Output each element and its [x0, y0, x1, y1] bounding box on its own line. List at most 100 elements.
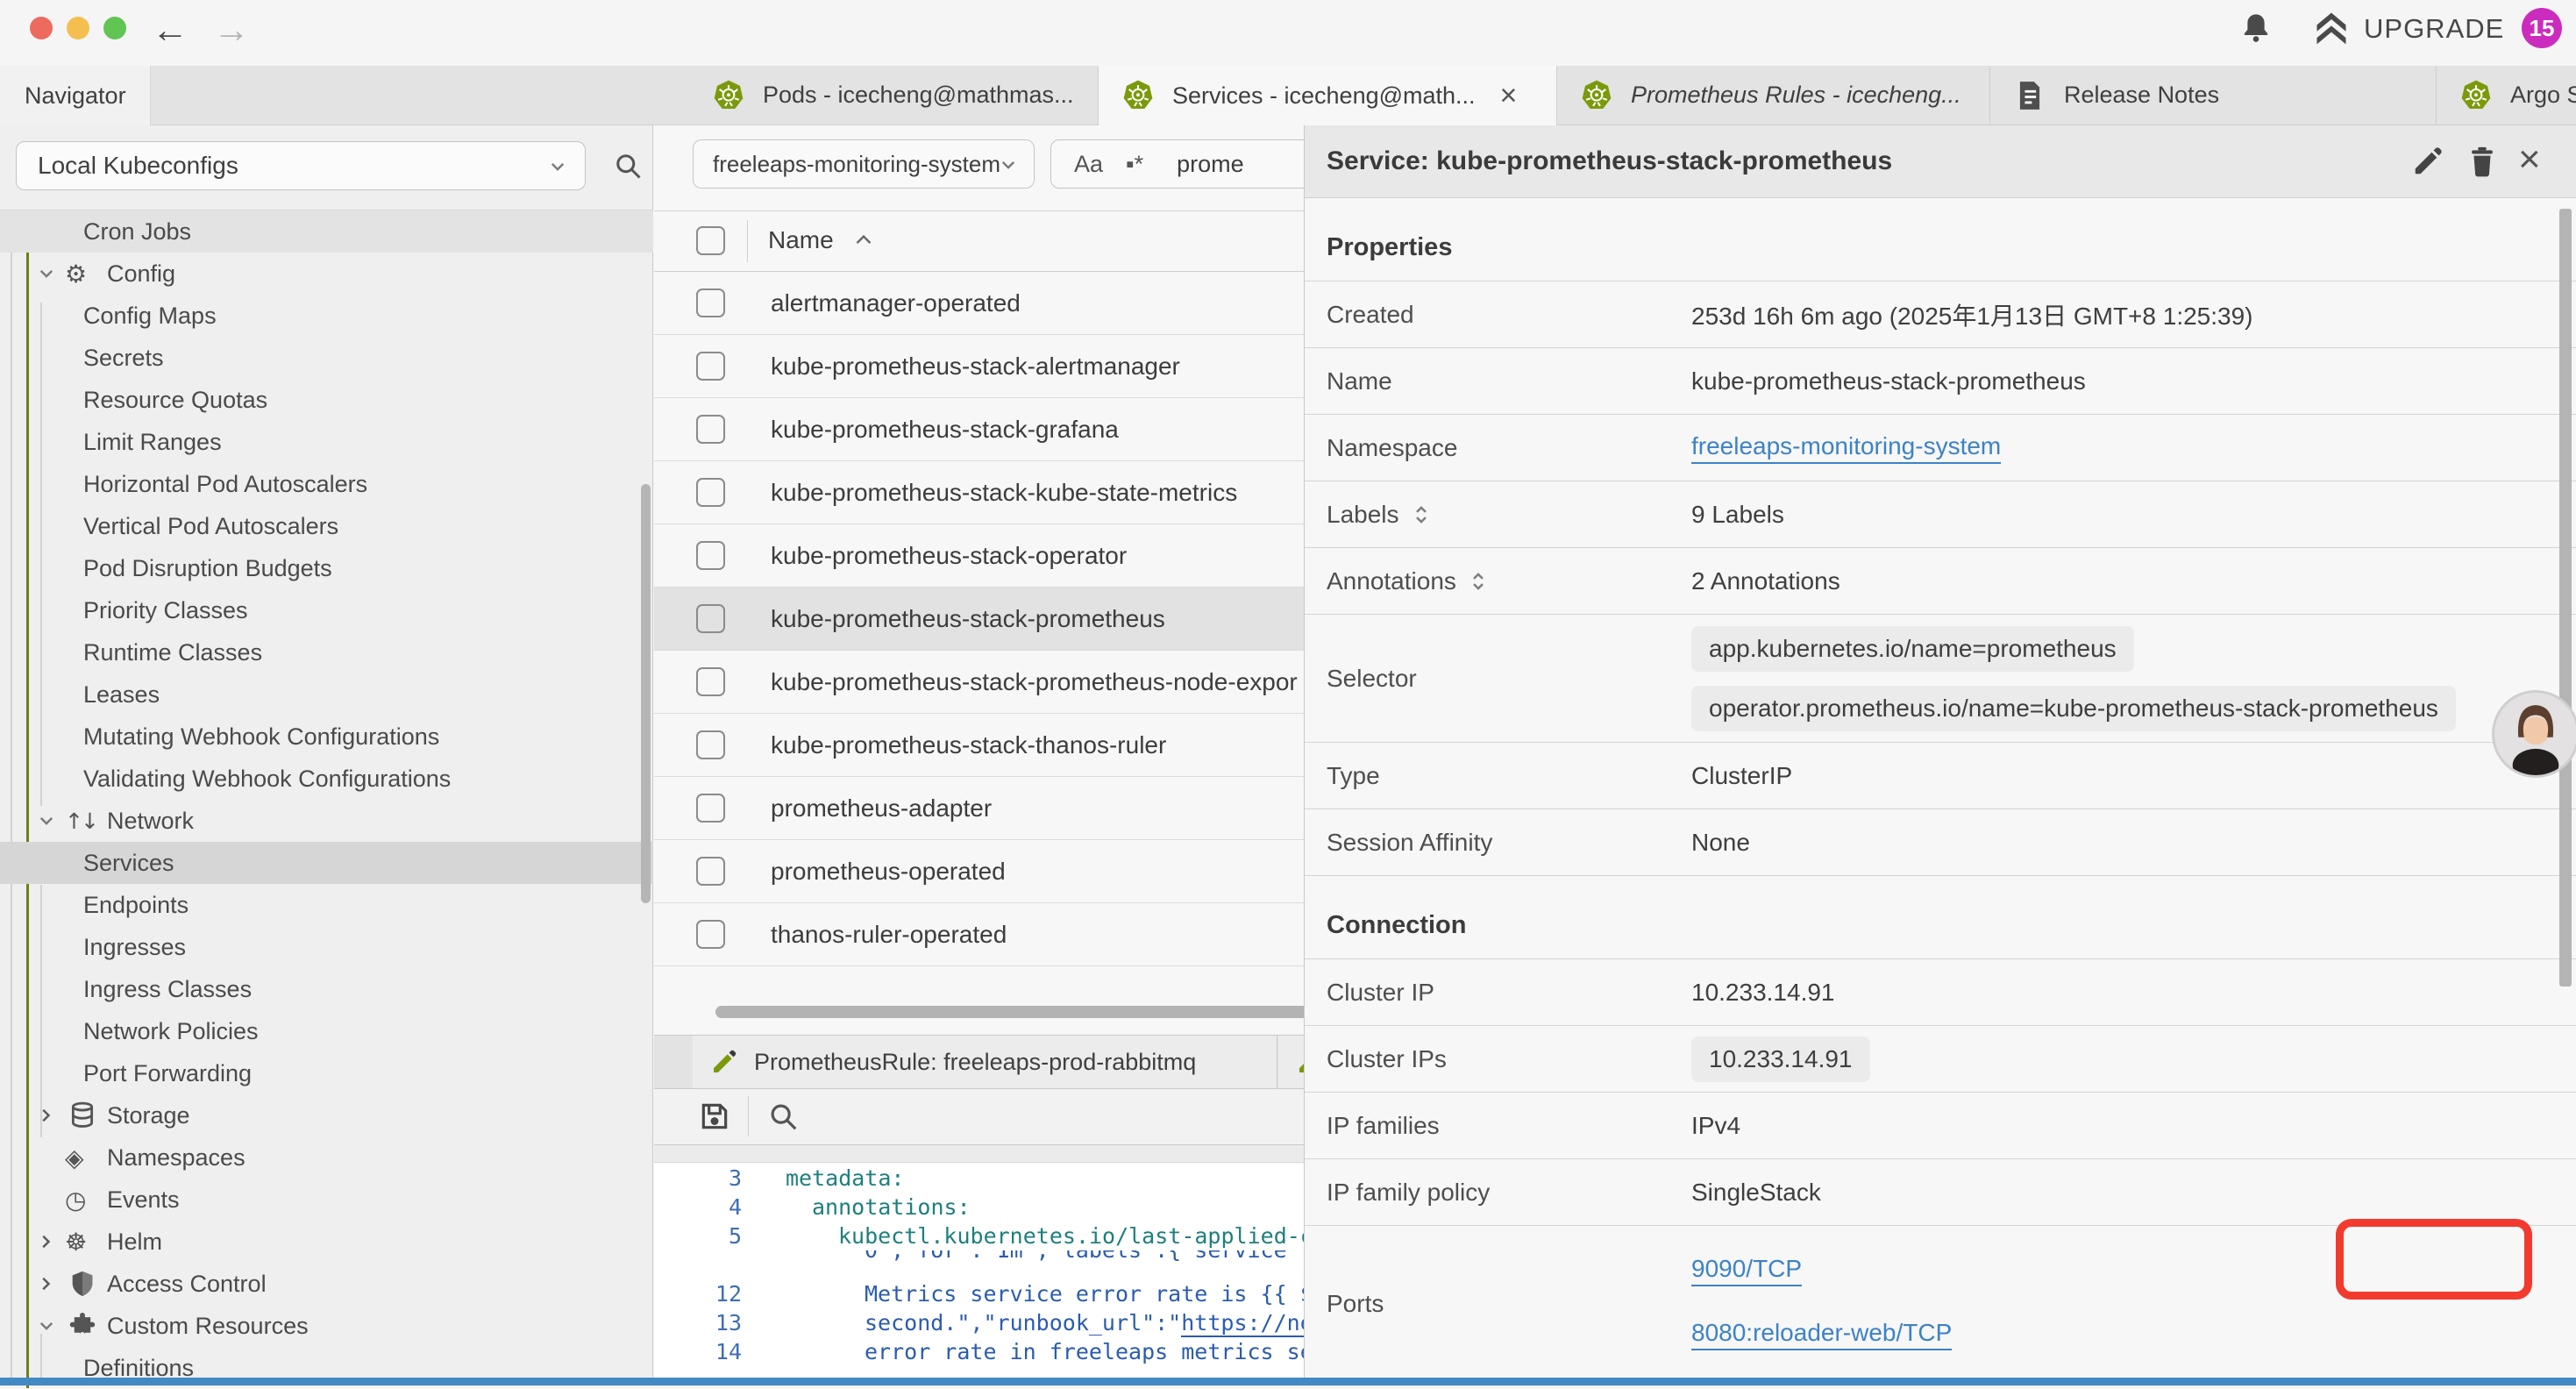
- match-case-toggle[interactable]: Aa: [1074, 151, 1103, 178]
- chevron-down-icon[interactable]: [33, 1313, 60, 1339]
- sidebar-item-network[interactable]: ↑↓Network: [0, 800, 653, 842]
- detail-row-labels: Labels9 Labels: [1305, 481, 2576, 547]
- line-number: 14: [654, 1337, 742, 1366]
- sidebar-item-namespaces[interactable]: ◈Namespaces: [0, 1136, 653, 1179]
- sidebar-item-leases[interactable]: Leases: [0, 673, 653, 716]
- row-checkbox[interactable]: [696, 541, 725, 570]
- sidebar-item-events[interactable]: ◷Events: [0, 1179, 653, 1221]
- row-label: Cluster IPs: [1327, 1045, 1447, 1073]
- detail-row-created: Created253d 16h 6m ago (2025年1月13日 GMT+8…: [1305, 281, 2576, 347]
- sidebar-item-cron-jobs[interactable]: Cron Jobs: [0, 210, 653, 253]
- sidebar-item-validating-webhook-configurations[interactable]: Validating Webhook Configurations: [0, 758, 653, 800]
- editor-tab-prometheusrule[interactable]: PrometheusRule: freeleaps-prod-rabbitmq: [693, 1036, 1277, 1088]
- chevron-right-icon[interactable]: [33, 1229, 60, 1255]
- chevron-spacer: [33, 1186, 60, 1213]
- chevron-spacer: [33, 1144, 60, 1171]
- sidebar-item-mutating-webhook-configurations[interactable]: Mutating Webhook Configurations: [0, 716, 653, 758]
- notification-count-badge[interactable]: 15: [2522, 8, 2562, 48]
- sidebar-item-config[interactable]: ⚙Config: [0, 253, 653, 295]
- sidebar-item-priority-classes[interactable]: Priority Classes: [0, 589, 653, 631]
- sidebar-item-limit-ranges[interactable]: Limit Ranges: [0, 421, 653, 463]
- select-all-checkbox[interactable]: [696, 226, 725, 255]
- row-checkbox[interactable]: [696, 857, 725, 886]
- port-link-8080-reloader-web-tcp[interactable]: 8080:reloader-web/TCP: [1691, 1319, 1952, 1350]
- close-tab-icon[interactable]: ×: [1500, 81, 1518, 110]
- traffic-light-zoom-icon[interactable]: [103, 17, 126, 39]
- detail-row-annotations: Annotations2 Annotations: [1305, 547, 2576, 614]
- chevron-right-icon[interactable]: [33, 1102, 60, 1129]
- sidebar-item-config-maps[interactable]: Config Maps: [0, 295, 653, 337]
- traffic-light-close-icon[interactable]: [30, 17, 53, 39]
- namespace-link[interactable]: freeleaps-monitoring-system: [1691, 432, 2001, 464]
- row-checkbox[interactable]: [696, 920, 725, 949]
- row-checkbox[interactable]: [696, 667, 725, 696]
- sidebar-item-port-forwarding[interactable]: Port Forwarding: [0, 1052, 653, 1094]
- sidebar-item-runtime-classes[interactable]: Runtime Classes: [0, 631, 653, 673]
- selector-chip: operator.prometheus.io/name=kube-prometh…: [1691, 686, 2456, 731]
- sidebar-item-endpoints[interactable]: Endpoints: [0, 884, 653, 926]
- save-icon[interactable]: [698, 1100, 731, 1133]
- sidebar-item-helm[interactable]: ☸Helm: [0, 1221, 653, 1263]
- tab-navigator[interactable]: Navigator: [0, 66, 151, 125]
- row-checkbox[interactable]: [696, 352, 725, 381]
- sidebar-item-ingress-classes[interactable]: Ingress Classes: [0, 968, 653, 1010]
- forward-arrow-icon[interactable]: →: [209, 7, 254, 53]
- row-label: Session Affinity: [1327, 829, 1492, 857]
- sidebar-item-services[interactable]: Services: [0, 842, 653, 884]
- tab-pods[interactable]: Pods - icecheng@mathmas...: [689, 66, 1099, 125]
- edit-icon[interactable]: [2411, 145, 2444, 178]
- sidebar-item-custom-resources[interactable]: Custom Resources: [0, 1305, 653, 1347]
- chevron-down-icon[interactable]: [33, 808, 60, 834]
- expander-icon[interactable]: [1408, 502, 1434, 528]
- sidebar-item-access-control[interactable]: Access Control: [0, 1263, 653, 1305]
- sidebar-item-resource-quotas[interactable]: Resource Quotas: [0, 379, 653, 421]
- traffic-light-minimize-icon[interactable]: [67, 17, 89, 39]
- column-header-name[interactable]: Name: [768, 226, 834, 254]
- tab-services[interactable]: Services - icecheng@math... ×: [1099, 66, 1557, 125]
- sidebar-item-secrets[interactable]: Secrets: [0, 337, 653, 379]
- tab-argo[interactable]: Argo Se: [2437, 66, 2576, 125]
- sidebar-item-vertical-pod-autoscalers[interactable]: Vertical Pod Autoscalers: [0, 505, 653, 547]
- row-checkbox[interactable]: [696, 288, 725, 317]
- back-arrow-icon[interactable]: ←: [147, 7, 193, 53]
- sidebar-item-label: Runtime Classes: [83, 639, 262, 666]
- tab-release-notes[interactable]: Release Notes: [1990, 66, 2437, 125]
- sidebar-item-ingresses[interactable]: Ingresses: [0, 926, 653, 968]
- chevron-right-icon[interactable]: [33, 1271, 60, 1297]
- chevron-down-icon[interactable]: [33, 260, 60, 287]
- expander-icon[interactable]: [1465, 568, 1491, 595]
- upgrade-button[interactable]: UPGRADE: [2364, 13, 2504, 45]
- code-text: metadata:: [786, 1164, 904, 1193]
- sidebar-scrollbar[interactable]: [641, 484, 651, 903]
- database-icon: [65, 1101, 100, 1130]
- upgrade-icon[interactable]: [2311, 10, 2352, 48]
- row-checkbox[interactable]: [696, 478, 725, 507]
- row-value: 9 Labels: [1691, 501, 1784, 529]
- editor-search-icon[interactable]: [766, 1100, 800, 1133]
- selector-chip: app.kubernetes.io/name=prometheus: [1691, 626, 2134, 672]
- row-checkbox[interactable]: [696, 415, 725, 444]
- sidebar-item-network-policies[interactable]: Network Policies: [0, 1010, 653, 1052]
- sidebar-item-label: Helm: [107, 1229, 162, 1256]
- row-checkbox[interactable]: [696, 604, 725, 633]
- port-link-9090-tcp[interactable]: 9090/TCP: [1691, 1255, 1802, 1286]
- detail-scrollbar[interactable]: [2559, 209, 2572, 987]
- tab-prometheus-rules[interactable]: Prometheus Rules - icecheng...: [1557, 66, 1990, 125]
- row-checkbox[interactable]: [696, 730, 725, 759]
- delete-icon[interactable]: [2466, 145, 2499, 178]
- tab-bar: Navigator Pods - icecheng@mathmas... Ser…: [0, 66, 2576, 125]
- sort-ascending-icon[interactable]: [850, 227, 877, 253]
- regex-toggle[interactable]: ▪*: [1126, 151, 1143, 178]
- sidebar-item-horizontal-pod-autoscalers[interactable]: Horizontal Pod Autoscalers: [0, 463, 653, 505]
- row-label: Namespace: [1327, 434, 1457, 462]
- close-icon[interactable]: ×: [2518, 138, 2541, 182]
- detail-panel: Service: kube-prometheus-stack-prometheu…: [1304, 125, 2576, 1378]
- sidebar-item-pod-disruption-budgets[interactable]: Pod Disruption Budgets: [0, 547, 653, 589]
- notifications-bell-icon[interactable]: [2238, 11, 2274, 47]
- namespace-selector[interactable]: freeleaps-monitoring-system: [693, 139, 1035, 189]
- sidebar-item-storage[interactable]: Storage: [0, 1094, 653, 1136]
- user-avatar[interactable]: [2494, 693, 2576, 775]
- row-label: Created: [1327, 301, 1414, 329]
- row-checkbox[interactable]: [696, 794, 725, 823]
- row-value: IPv4: [1691, 1112, 1740, 1140]
